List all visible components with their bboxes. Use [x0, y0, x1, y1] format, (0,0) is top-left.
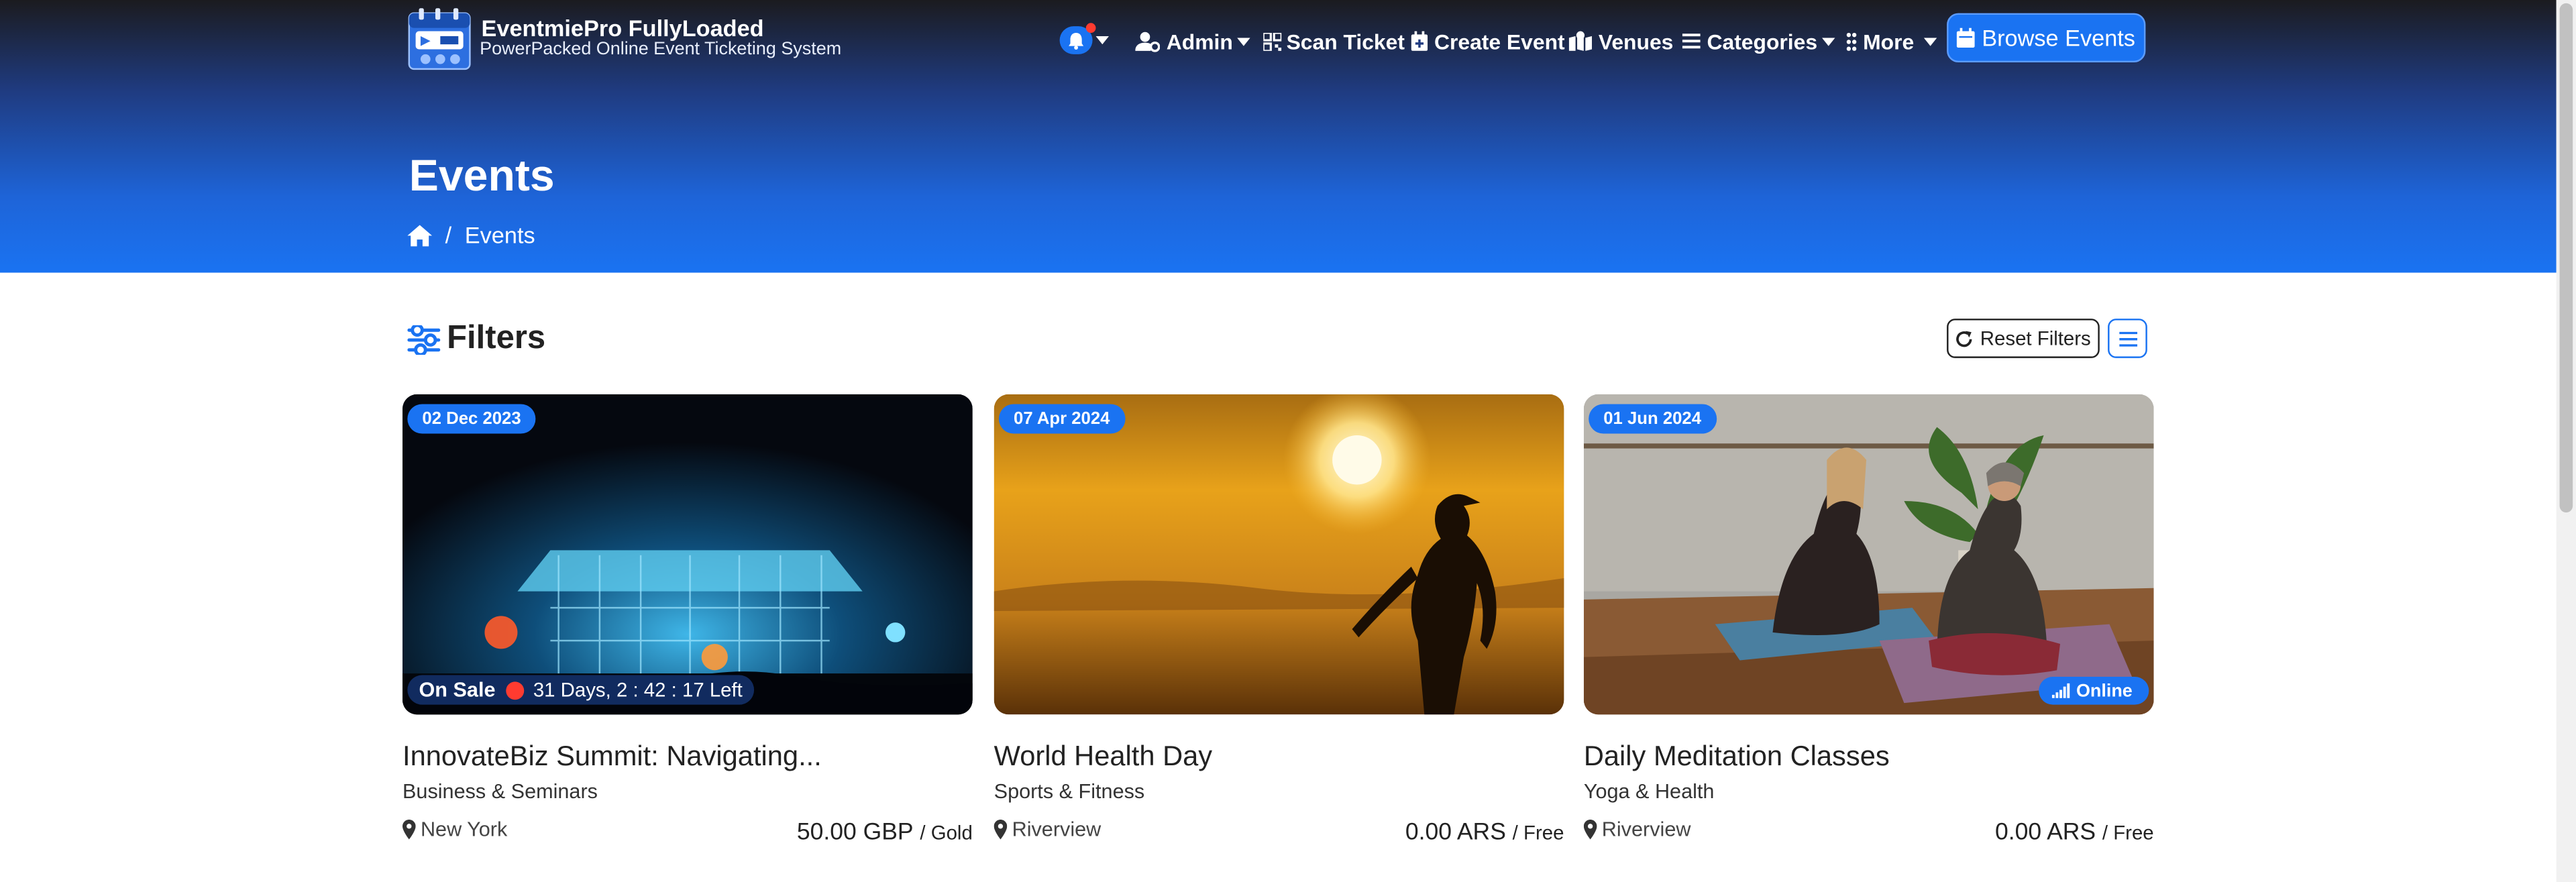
event-title[interactable]: World Health Day — [994, 740, 1212, 773]
event-location: New York — [402, 818, 507, 841]
breadcrumb-separator: / — [445, 221, 452, 248]
browse-events-label: Browse Events — [1982, 24, 2135, 51]
event-location-label: New York — [420, 818, 508, 841]
event-price: 0.00 ARS / Free — [1995, 820, 2154, 846]
event-ticket-tier: / Gold — [920, 821, 973, 844]
map-marker-icon — [1583, 820, 1597, 840]
caret-down-icon — [1238, 37, 1251, 46]
event-title[interactable]: InnovateBiz Summit: Navigating... — [402, 740, 822, 773]
user-gear-icon — [1135, 31, 1160, 52]
breadcrumb: / Events — [407, 222, 535, 248]
event-location-label: Riverview — [1012, 818, 1102, 841]
caret-down-icon[interactable] — [1095, 36, 1110, 45]
scrollbar-thumb[interactable] — [2559, 3, 2573, 513]
on-sale-badge: On Sale 31 Days, 2 : 42 : 17 Left — [407, 675, 755, 705]
nav-create-event-label: Create Event — [1434, 28, 1565, 54]
brand-logo[interactable] — [407, 7, 472, 71]
event-category: Yoga & Health — [1583, 780, 1715, 804]
home-icon[interactable] — [407, 224, 433, 246]
reset-filters-button[interactable]: Reset Filters — [1947, 319, 2100, 358]
event-image-runner[interactable]: 07 Apr 2024 — [994, 394, 1564, 715]
filters-title: Filters — [447, 320, 546, 357]
nav-venues[interactable]: Venues — [1568, 28, 1674, 54]
brand-subtitle: PowerPacked Online Event Ticketing Syste… — [480, 39, 842, 60]
event-price-value: 0.00 ARS — [1405, 820, 1506, 846]
breadcrumb-current: Events — [464, 221, 535, 248]
hamburger-icon — [2118, 331, 2137, 346]
toggle-filters-button[interactable] — [2108, 319, 2147, 358]
signal-icon — [2051, 683, 2070, 698]
event-title[interactable]: Daily Meditation Classes — [1584, 740, 1890, 773]
page-title: Events — [409, 151, 555, 201]
nav-more-label: More — [1863, 28, 1915, 54]
page-scrollbar[interactable] — [2556, 0, 2576, 882]
online-badge: Online — [2038, 676, 2149, 705]
browse-events-button[interactable]: Browse Events — [1947, 13, 2146, 63]
caret-down-icon — [1822, 37, 1836, 46]
event-category: Business & Seminars — [402, 780, 598, 804]
nav-admin[interactable]: Admin — [1135, 28, 1251, 54]
map-marker-icon — [402, 820, 416, 840]
event-location: Riverview — [994, 818, 1102, 841]
runner-sunset-image — [994, 394, 1564, 715]
event-ticket-tier: / Free — [2102, 821, 2154, 844]
event-category: Sports & Fitness — [994, 780, 1145, 804]
event-date-badge: 02 Dec 2023 — [407, 404, 536, 434]
live-dot-icon — [505, 681, 524, 700]
event-card[interactable]: 07 Apr 2024 World Health Day Sports & Fi… — [994, 394, 1564, 846]
meditation-class-image — [1583, 394, 2154, 715]
concert-stage-image — [402, 394, 973, 715]
event-date-badge: 07 Apr 2024 — [998, 404, 1125, 434]
event-price-value: 0.00 ARS — [1995, 820, 2096, 846]
event-ticket-tier: / Free — [1512, 821, 1564, 844]
nav-categories-label: Categories — [1707, 28, 1818, 54]
nav-venues-label: Venues — [1598, 28, 1674, 54]
event-image-yoga[interactable]: 01 Jun 2024 Online — [1583, 394, 2154, 715]
list-icon — [1682, 34, 1701, 49]
notification-dot — [1085, 23, 1096, 33]
calendar-icon — [1957, 27, 1976, 48]
calendar-plus-icon — [1411, 31, 1428, 51]
nav-scan-ticket[interactable]: Scan Ticket — [1263, 28, 1405, 54]
page: EventmiePro FullyLoaded PowerPacked Onli… — [0, 0, 2576, 882]
nav-scan-ticket-label: Scan Ticket — [1286, 28, 1405, 54]
reset-filters-label: Reset Filters — [1980, 327, 2091, 350]
grip-dots-icon — [1846, 32, 1857, 50]
event-card[interactable]: 02 Dec 2023 On Sale 31 Days, 2 : 42 : 17… — [402, 394, 973, 846]
countdown-text: 31 Days, 2 : 42 : 17 Left — [533, 678, 743, 702]
event-image-concert[interactable]: 02 Dec 2023 On Sale 31 Days, 2 : 42 : 17… — [402, 394, 973, 715]
filters-header: Filters — [407, 321, 545, 358]
brand-title[interactable]: EventmiePro FullyLoaded — [482, 15, 764, 41]
qrcode-icon — [1263, 32, 1282, 50]
nav-more[interactable]: More — [1846, 28, 1937, 54]
event-price-value: 50.00 GBP — [796, 820, 914, 846]
nav-admin-label: Admin — [1166, 28, 1233, 54]
map-location-icon — [1568, 31, 1593, 51]
sliders-icon — [407, 324, 441, 354]
event-date-badge: 01 Jun 2024 — [1589, 404, 1717, 434]
event-location: Riverview — [1583, 818, 1691, 841]
calendar-logo-icon — [408, 8, 471, 70]
event-card[interactable]: 01 Jun 2024 Online Daily Meditation Clas… — [1583, 394, 2154, 846]
map-marker-icon — [994, 820, 1008, 840]
event-price: 0.00 ARS / Free — [1405, 820, 1564, 846]
caret-down-icon — [1923, 37, 1937, 46]
nav-categories[interactable]: Categories — [1682, 28, 1836, 54]
on-sale-label: On Sale — [419, 678, 496, 702]
online-label: Online — [2076, 681, 2133, 701]
event-price: 50.00 GBP / Gold — [797, 820, 973, 846]
refresh-icon — [1956, 330, 1973, 347]
nav-create-event[interactable]: Create Event — [1411, 28, 1565, 54]
event-location-label: Riverview — [1601, 818, 1691, 841]
